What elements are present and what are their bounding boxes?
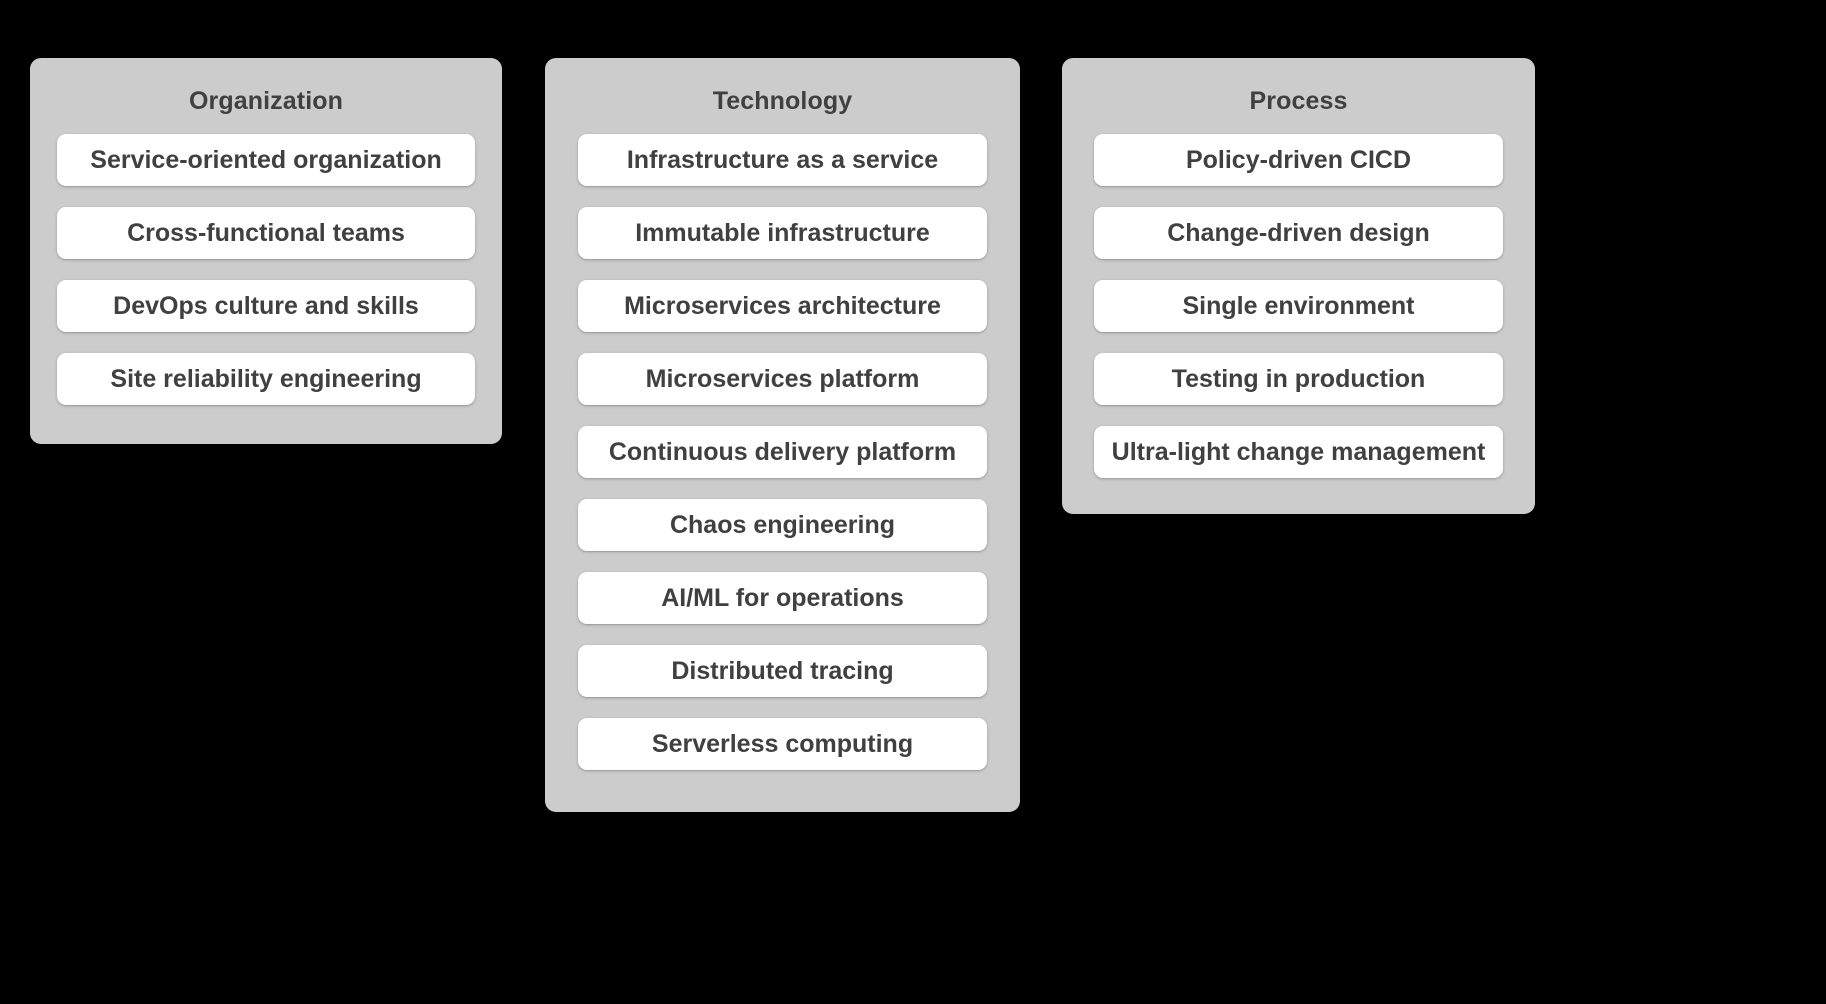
list-item[interactable]: Policy-driven CICD [1094,134,1503,186]
item-list-process: Policy-driven CICD Change-driven design … [1062,114,1535,478]
list-item[interactable]: AI/ML for operations [578,572,987,624]
item-list-technology: Infrastructure as a service Immutable in… [545,114,1020,770]
list-item[interactable]: Service-oriented organization [57,134,475,186]
list-item[interactable]: DevOps culture and skills [57,280,475,332]
category-card-technology: Technology Infrastructure as a service I… [545,58,1020,812]
category-title-technology: Technology [712,87,853,115]
list-item[interactable]: Immutable infrastructure [578,207,987,259]
list-item[interactable]: Ultra-light change management [1094,426,1503,478]
category-title-process: Process [1249,87,1348,115]
list-item[interactable]: Distributed tracing [578,645,987,697]
list-item[interactable]: Microservices platform [578,353,987,405]
list-item[interactable]: Serverless computing [578,718,987,770]
list-item[interactable]: Chaos engineering [578,499,987,551]
list-item[interactable]: Continuous delivery platform [578,426,987,478]
list-item[interactable]: Cross-functional teams [57,207,475,259]
list-item[interactable]: Infrastructure as a service [578,134,987,186]
list-item[interactable]: Testing in production [1094,353,1503,405]
list-item[interactable]: Site reliability engineering [57,353,475,405]
category-card-process: Process Policy-driven CICD Change-driven… [1062,58,1535,514]
list-item[interactable]: Single environment [1094,280,1503,332]
diagram-canvas: Organization Service-oriented organizati… [0,0,1826,1004]
list-item[interactable]: Microservices architecture [578,280,987,332]
category-title-organization: Organization [189,87,343,115]
category-card-organization: Organization Service-oriented organizati… [30,58,502,444]
list-item[interactable]: Change-driven design [1094,207,1503,259]
item-list-organization: Service-oriented organization Cross-func… [30,114,502,405]
